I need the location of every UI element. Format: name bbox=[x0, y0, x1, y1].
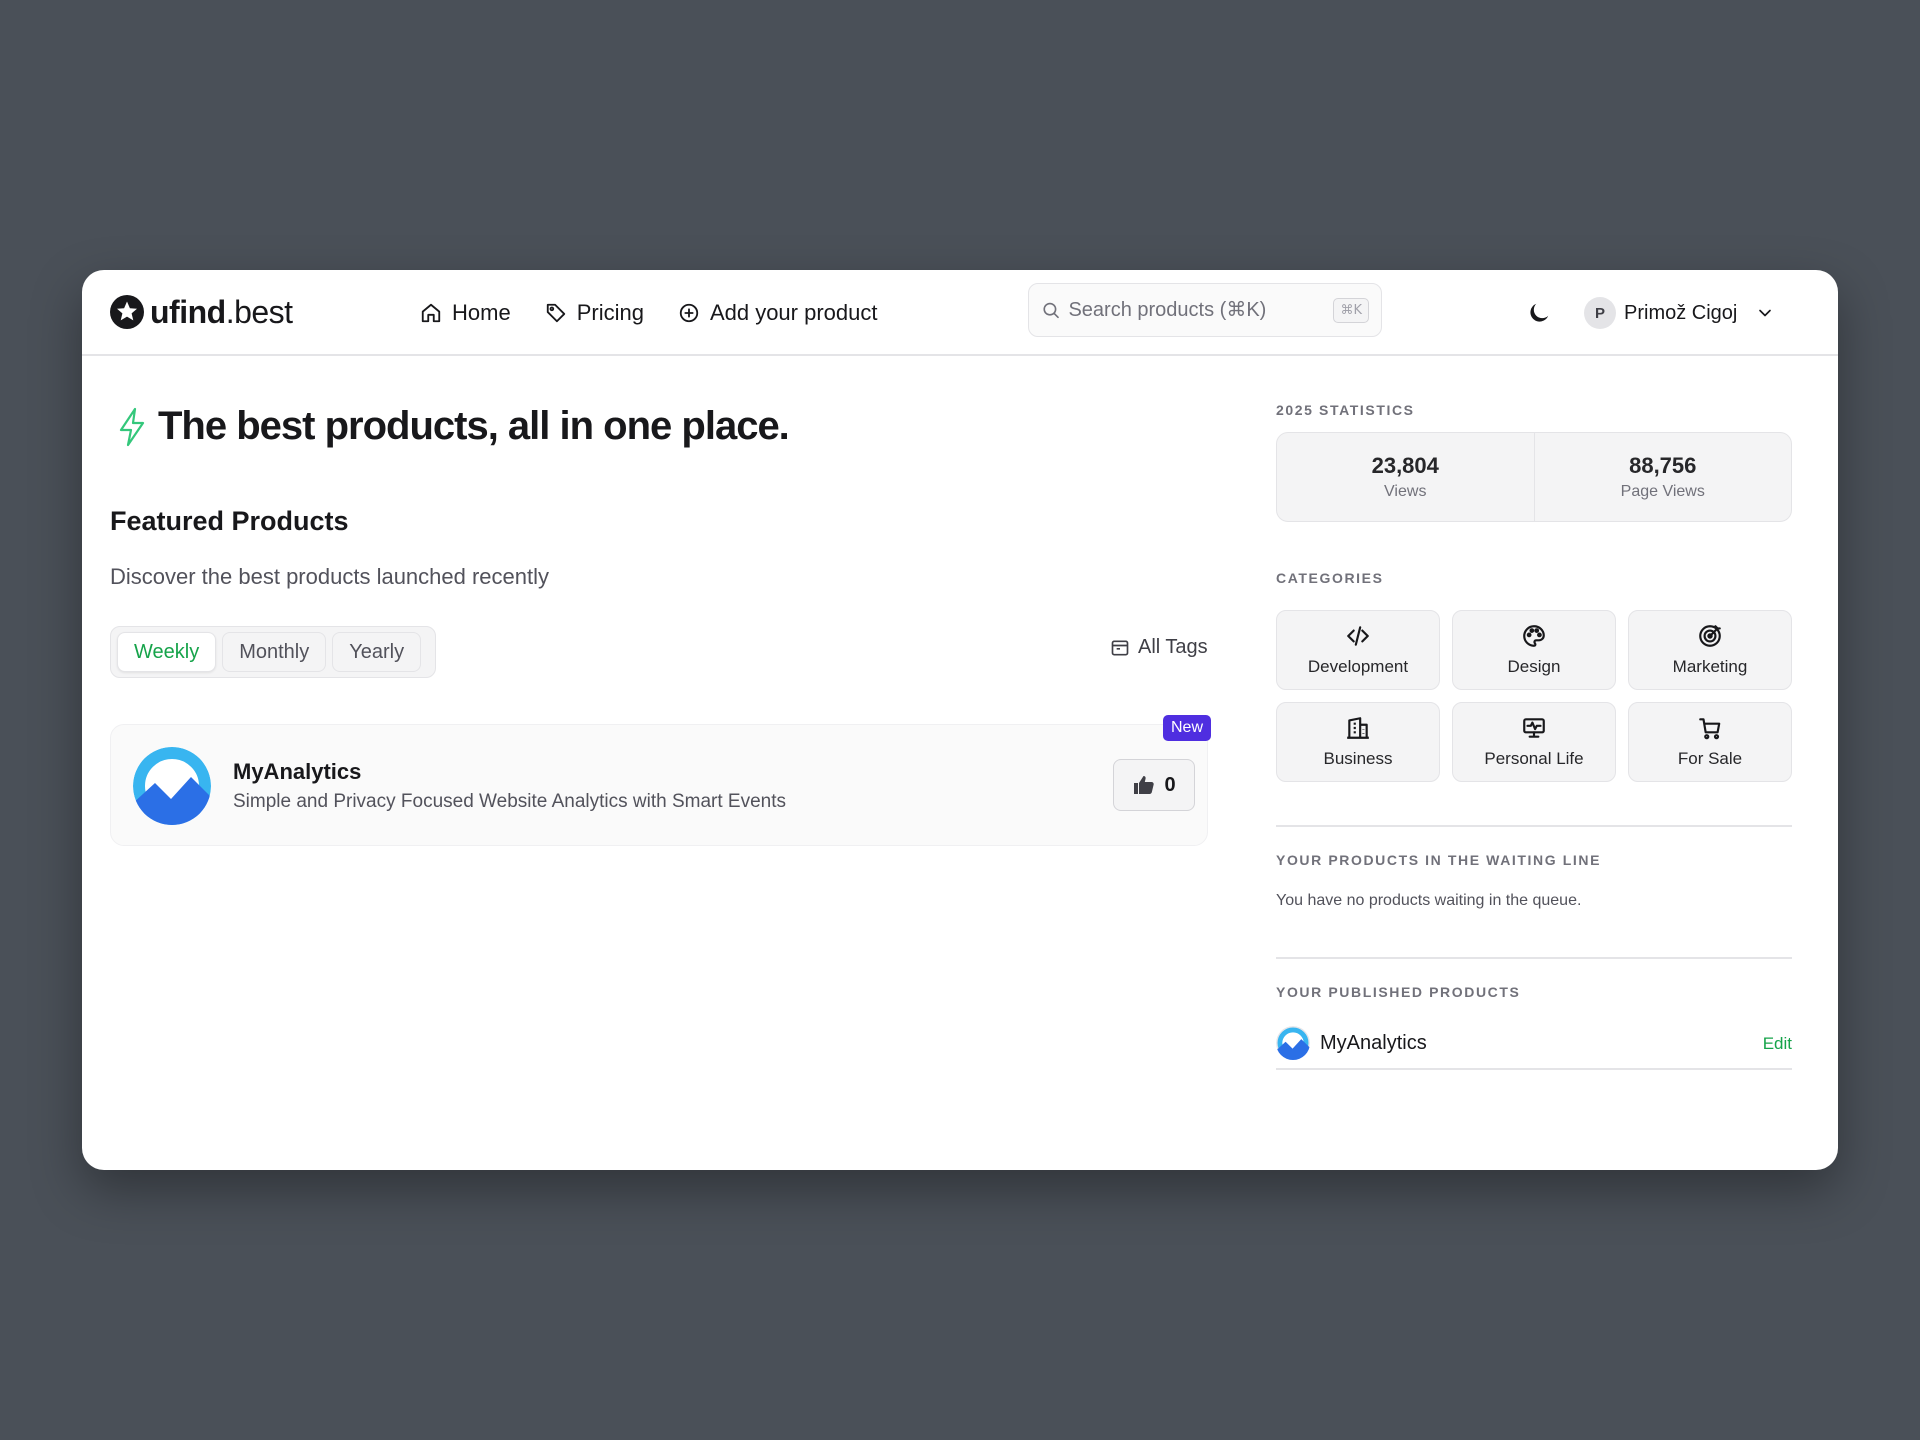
vote-count: 0 bbox=[1164, 773, 1176, 796]
app-window: ufind.best Home Pricing Add your product… bbox=[82, 270, 1838, 1170]
hero-heading: The best products, all in one place. bbox=[116, 404, 790, 449]
tab-weekly[interactable]: Weekly bbox=[117, 632, 217, 672]
all-tags-button[interactable]: All Tags bbox=[1110, 636, 1208, 659]
divider bbox=[1276, 825, 1792, 827]
published-product-row: MyAnalytics Edit bbox=[1276, 1022, 1792, 1070]
stats-panel: 23,804 Views 88,756 Page Views bbox=[1276, 432, 1792, 522]
logo-text-bold: ufind bbox=[150, 294, 226, 330]
chevron-down-icon bbox=[1759, 309, 1772, 317]
tab-monthly[interactable]: Monthly bbox=[222, 632, 327, 672]
featured-subtitle: Discover the best products launched rece… bbox=[110, 564, 550, 589]
nav-home-label: Home bbox=[452, 300, 511, 325]
nav-home[interactable]: Home bbox=[420, 294, 511, 332]
categories-grid: Development Design Marketing Business Pe… bbox=[1276, 610, 1792, 782]
nav-add-product-label: Add your product bbox=[709, 300, 878, 325]
stat-label: Page Views bbox=[1620, 483, 1705, 500]
category-label: For Sale bbox=[1677, 749, 1743, 768]
target-icon bbox=[1699, 625, 1721, 647]
waiting-line-message: You have no products waiting in the queu… bbox=[1276, 892, 1582, 909]
myanalytics-logo-icon bbox=[133, 747, 211, 825]
category-business[interactable]: Business bbox=[1276, 702, 1440, 782]
category-development[interactable]: Development bbox=[1276, 610, 1440, 690]
category-for-sale[interactable]: For Sale bbox=[1628, 702, 1792, 782]
category-label: Design bbox=[1507, 657, 1561, 676]
product-card[interactable]: MyAnalytics Simple and Privacy Focused W… bbox=[110, 715, 1212, 846]
new-badge: New bbox=[1163, 715, 1212, 741]
product-description: Simple and Privacy Focused Website Analy… bbox=[233, 791, 786, 812]
published-product-name: MyAnalytics bbox=[1320, 1032, 1427, 1054]
building-icon bbox=[1347, 717, 1369, 739]
lightning-icon bbox=[119, 407, 145, 446]
monitor-icon bbox=[1523, 718, 1545, 738]
waiting-line-label: YOUR PRODUCTS IN THE WAITING LINE bbox=[1276, 852, 1602, 868]
avatar: P bbox=[1584, 297, 1616, 329]
code-icon bbox=[1347, 626, 1369, 646]
palette-icon bbox=[1523, 625, 1545, 647]
home-icon bbox=[421, 303, 441, 323]
published-label: YOUR PUBLISHED PRODUCTS bbox=[1276, 984, 1521, 1000]
nav-add-product[interactable]: Add your product bbox=[678, 294, 878, 332]
top-navbar: ufind.best Home Pricing Add your product… bbox=[82, 270, 1838, 356]
plus-circle-icon bbox=[679, 303, 699, 323]
hero-title: The best products, all in one place. bbox=[158, 404, 790, 448]
myanalytics-logo-icon bbox=[1276, 1026, 1310, 1060]
logo-text: ufind.best bbox=[150, 292, 293, 332]
all-tags-label: All Tags bbox=[1138, 636, 1208, 658]
stat-label: Views bbox=[1384, 483, 1427, 500]
edit-link[interactable]: Edit bbox=[1763, 1034, 1792, 1054]
category-label: Personal Life bbox=[1484, 749, 1584, 768]
tags-box-icon bbox=[1111, 640, 1129, 655]
star-badge-icon bbox=[110, 295, 144, 329]
main-nav: Home Pricing Add your product bbox=[420, 294, 877, 332]
upvote-button[interactable]: 0 bbox=[1113, 759, 1195, 811]
nav-pricing-label: Pricing bbox=[576, 300, 644, 325]
divider bbox=[1276, 957, 1792, 959]
theme-toggle-button[interactable] bbox=[1522, 296, 1556, 330]
category-personal-life[interactable]: Personal Life bbox=[1452, 702, 1616, 782]
period-tabs: Weekly Monthly Yearly bbox=[110, 626, 436, 678]
product-name: MyAnalytics bbox=[233, 759, 362, 784]
search-icon bbox=[1043, 302, 1059, 319]
cart-icon bbox=[1699, 718, 1721, 740]
nav-pricing[interactable]: Pricing bbox=[545, 294, 644, 332]
stat-views: 23,804 Views bbox=[1277, 433, 1534, 521]
category-label: Business bbox=[1323, 749, 1393, 768]
category-design[interactable]: Design bbox=[1452, 610, 1616, 690]
moon-icon bbox=[1530, 303, 1549, 322]
search-box[interactable]: ⌘K bbox=[1028, 283, 1382, 337]
category-marketing[interactable]: Marketing bbox=[1628, 610, 1792, 690]
search-input[interactable] bbox=[1068, 298, 1334, 322]
thumbs-up-icon bbox=[1134, 776, 1155, 794]
search-shortcut-hint: ⌘K bbox=[1333, 297, 1369, 323]
category-label: Development bbox=[1307, 657, 1409, 676]
stats-label: 2025 STATISTICS bbox=[1276, 402, 1415, 418]
categories-label: CATEGORIES bbox=[1276, 570, 1384, 586]
user-name: Primož Cigoj bbox=[1624, 301, 1738, 324]
stat-page-views: 88,756 Page Views bbox=[1533, 433, 1792, 521]
stat-value: 23,804 bbox=[1371, 453, 1439, 478]
tag-icon bbox=[546, 303, 565, 323]
tab-yearly[interactable]: Yearly bbox=[332, 632, 422, 672]
user-menu[interactable]: P Primož Cigoj bbox=[1584, 292, 1775, 334]
logo-text-suffix: .best bbox=[225, 294, 293, 330]
category-label: Marketing bbox=[1672, 657, 1748, 676]
site-logo[interactable]: ufind.best bbox=[110, 292, 293, 332]
featured-title: Featured Products bbox=[110, 506, 349, 536]
stat-value: 88,756 bbox=[1629, 453, 1697, 478]
